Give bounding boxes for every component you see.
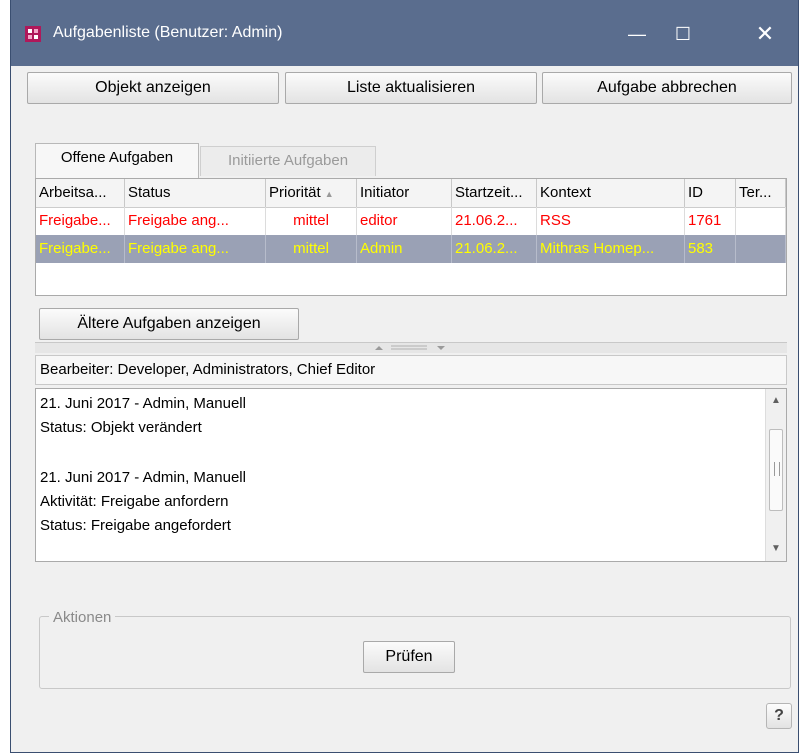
tab-open-tasks[interactable]: Offene Aufgaben	[35, 143, 199, 178]
column-header-priority-label: Priorität	[269, 184, 321, 201]
log-line: 21. Juni 2017 - Admin, Manuell	[40, 469, 246, 486]
cell-task: Freigabe...	[36, 207, 125, 235]
table-row-selected[interactable]: Freigabe... Freigabe ang... mittel Admin…	[36, 235, 786, 263]
column-header-context[interactable]: Kontext	[537, 179, 685, 207]
history-log[interactable]: 21. Juni 2017 - Admin, Manuell Status: O…	[35, 388, 787, 562]
editors-line: Bearbeiter: Developer, Administrators, C…	[35, 355, 787, 385]
app-logo-icon	[25, 26, 41, 42]
column-header-status[interactable]: Status	[125, 179, 266, 207]
cell-deadline	[736, 207, 786, 235]
cell-start-time: 21.06.2...	[452, 207, 537, 235]
column-header-deadline[interactable]: Ter...	[736, 179, 786, 207]
older-tasks-button[interactable]: Ältere Aufgaben anzeigen	[39, 308, 299, 340]
cell-context: RSS	[537, 207, 685, 235]
cell-initiator: editor	[357, 207, 452, 235]
table-row[interactable]: Freigabe... Freigabe ang... mittel edito…	[36, 207, 786, 235]
cell-id: 583	[685, 235, 736, 263]
log-line: Status: Objekt verändert	[40, 419, 202, 436]
cell-id: 1761	[685, 207, 736, 235]
maximize-button[interactable]: ☐	[660, 14, 706, 54]
log-line: 21. Juni 2017 - Admin, Manuell	[40, 395, 246, 412]
sort-ascending-icon: ▲	[324, 189, 334, 199]
log-scrollbar[interactable]: ▲ ▼	[765, 389, 786, 561]
cancel-task-button[interactable]: Aufgabe abbrechen	[542, 72, 792, 104]
actions-legend: Aktionen	[49, 609, 116, 626]
tab-initiated-tasks[interactable]: Initiierte Aufgaben	[200, 146, 376, 176]
table-header: Arbeitsa... Status Priorität ▲ Initiator …	[36, 179, 786, 208]
column-header-start-time[interactable]: Startzeit...	[452, 179, 537, 207]
show-object-button[interactable]: Objekt anzeigen	[27, 72, 279, 104]
splitter-grip-icon	[375, 345, 445, 350]
check-button[interactable]: Prüfen	[363, 641, 455, 673]
refresh-list-button[interactable]: Liste aktualisieren	[285, 72, 537, 104]
window-title: Aufgabenliste (Benutzer: Admin)	[53, 24, 283, 41]
log-line: Status: Freigabe angefordert	[40, 517, 231, 534]
cell-task: Freigabe...	[36, 235, 125, 263]
cell-priority: mittel	[266, 235, 357, 263]
column-header-initiator[interactable]: Initiator	[357, 179, 452, 207]
cell-deadline	[736, 235, 786, 263]
cell-context: Mithras Homep...	[537, 235, 685, 263]
scroll-up-icon[interactable]: ▲	[766, 391, 786, 411]
minimize-button[interactable]: —	[614, 14, 660, 54]
cell-priority: mittel	[266, 207, 357, 235]
close-button[interactable]: ✕	[742, 14, 788, 54]
scroll-thumb[interactable]	[769, 429, 783, 511]
cell-status: Freigabe ang...	[125, 235, 266, 263]
column-header-priority[interactable]: Priorität ▲	[266, 179, 357, 207]
column-header-id[interactable]: ID	[685, 179, 736, 207]
split-pane-divider[interactable]	[35, 342, 787, 353]
cell-initiator: Admin	[357, 235, 452, 263]
column-header-task[interactable]: Arbeitsa...	[36, 179, 125, 207]
cell-start-time: 21.06.2...	[452, 235, 537, 263]
title-bar[interactable]: Aufgabenliste (Benutzer: Admin) — ☐ ✕	[11, 0, 798, 66]
scroll-down-icon[interactable]: ▼	[766, 539, 786, 559]
log-line: Aktivität: Freigabe anfordern	[40, 493, 229, 510]
cell-status: Freigabe ang...	[125, 207, 266, 235]
task-table: Arbeitsa... Status Priorität ▲ Initiator …	[35, 178, 787, 296]
help-button[interactable]: ?	[766, 703, 792, 729]
task-list-window: Aufgabenliste (Benutzer: Admin) — ☐ ✕ Ob…	[10, 0, 799, 753]
grip-icon	[774, 462, 780, 476]
